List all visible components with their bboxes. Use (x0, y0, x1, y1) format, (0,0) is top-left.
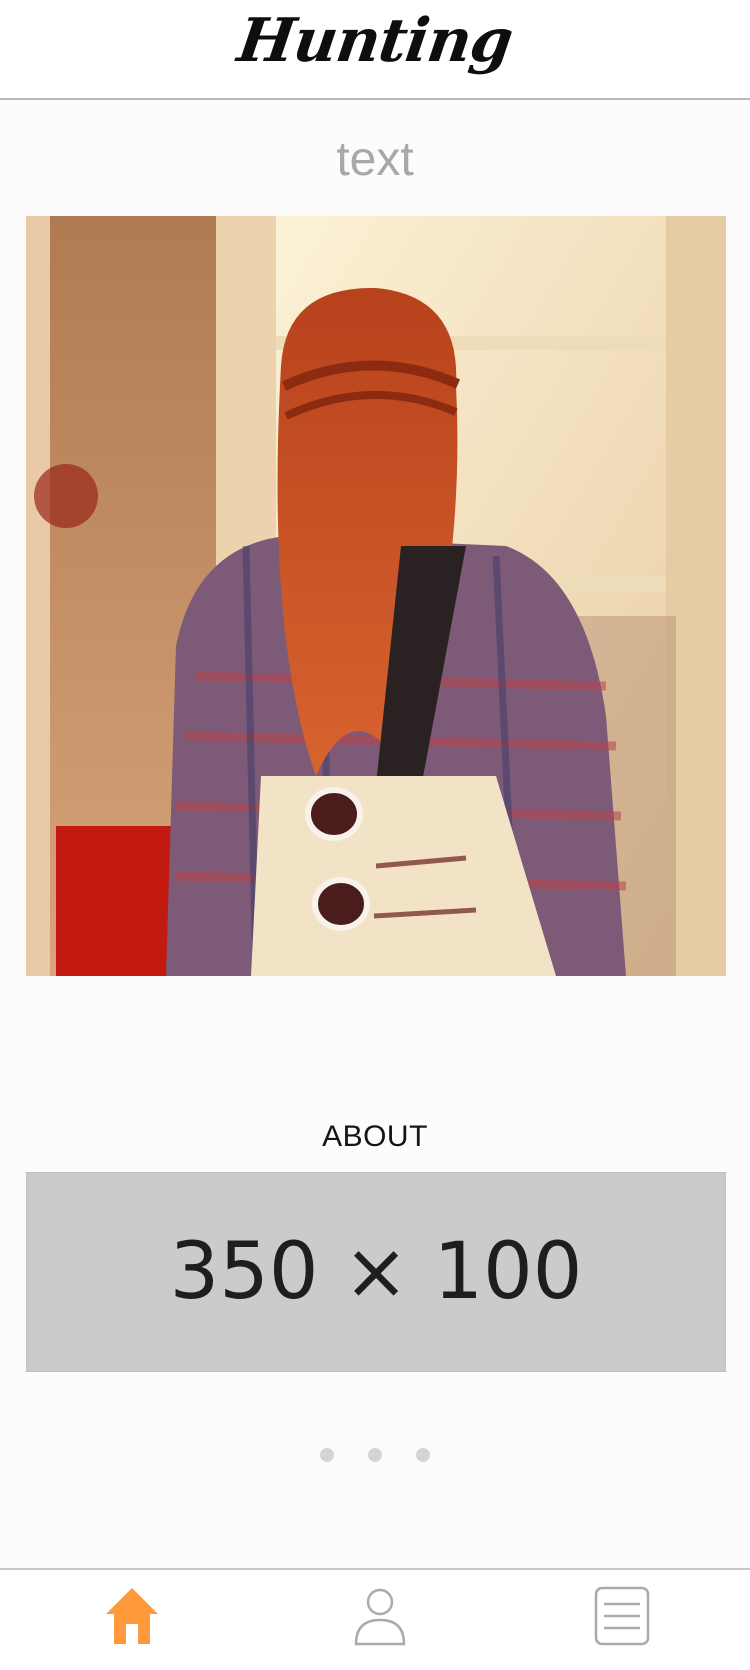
menu-list-icon (594, 1586, 650, 1646)
tab-profile[interactable] (340, 1584, 420, 1658)
person-icon (354, 1588, 406, 1646)
about-heading: ABOUT (322, 1120, 428, 1153)
bottom-tab-bar (0, 1568, 750, 1670)
pagination-dot[interactable] (416, 1448, 430, 1462)
pagination-dots (0, 1448, 750, 1462)
app-logo[interactable]: Hunting (0, 6, 750, 76)
tab-menu[interactable] (582, 1584, 662, 1658)
pagination-dot[interactable] (320, 1448, 334, 1462)
featured-photo[interactable] (26, 216, 726, 976)
about-placeholder-image: 350 × 100 (26, 1172, 726, 1372)
pagination-dot[interactable] (368, 1448, 382, 1462)
post-title: text (336, 133, 414, 186)
tab-home[interactable] (92, 1584, 172, 1658)
home-icon (106, 1588, 158, 1644)
photo-image (26, 216, 726, 976)
app-header: Hunting (0, 0, 750, 100)
